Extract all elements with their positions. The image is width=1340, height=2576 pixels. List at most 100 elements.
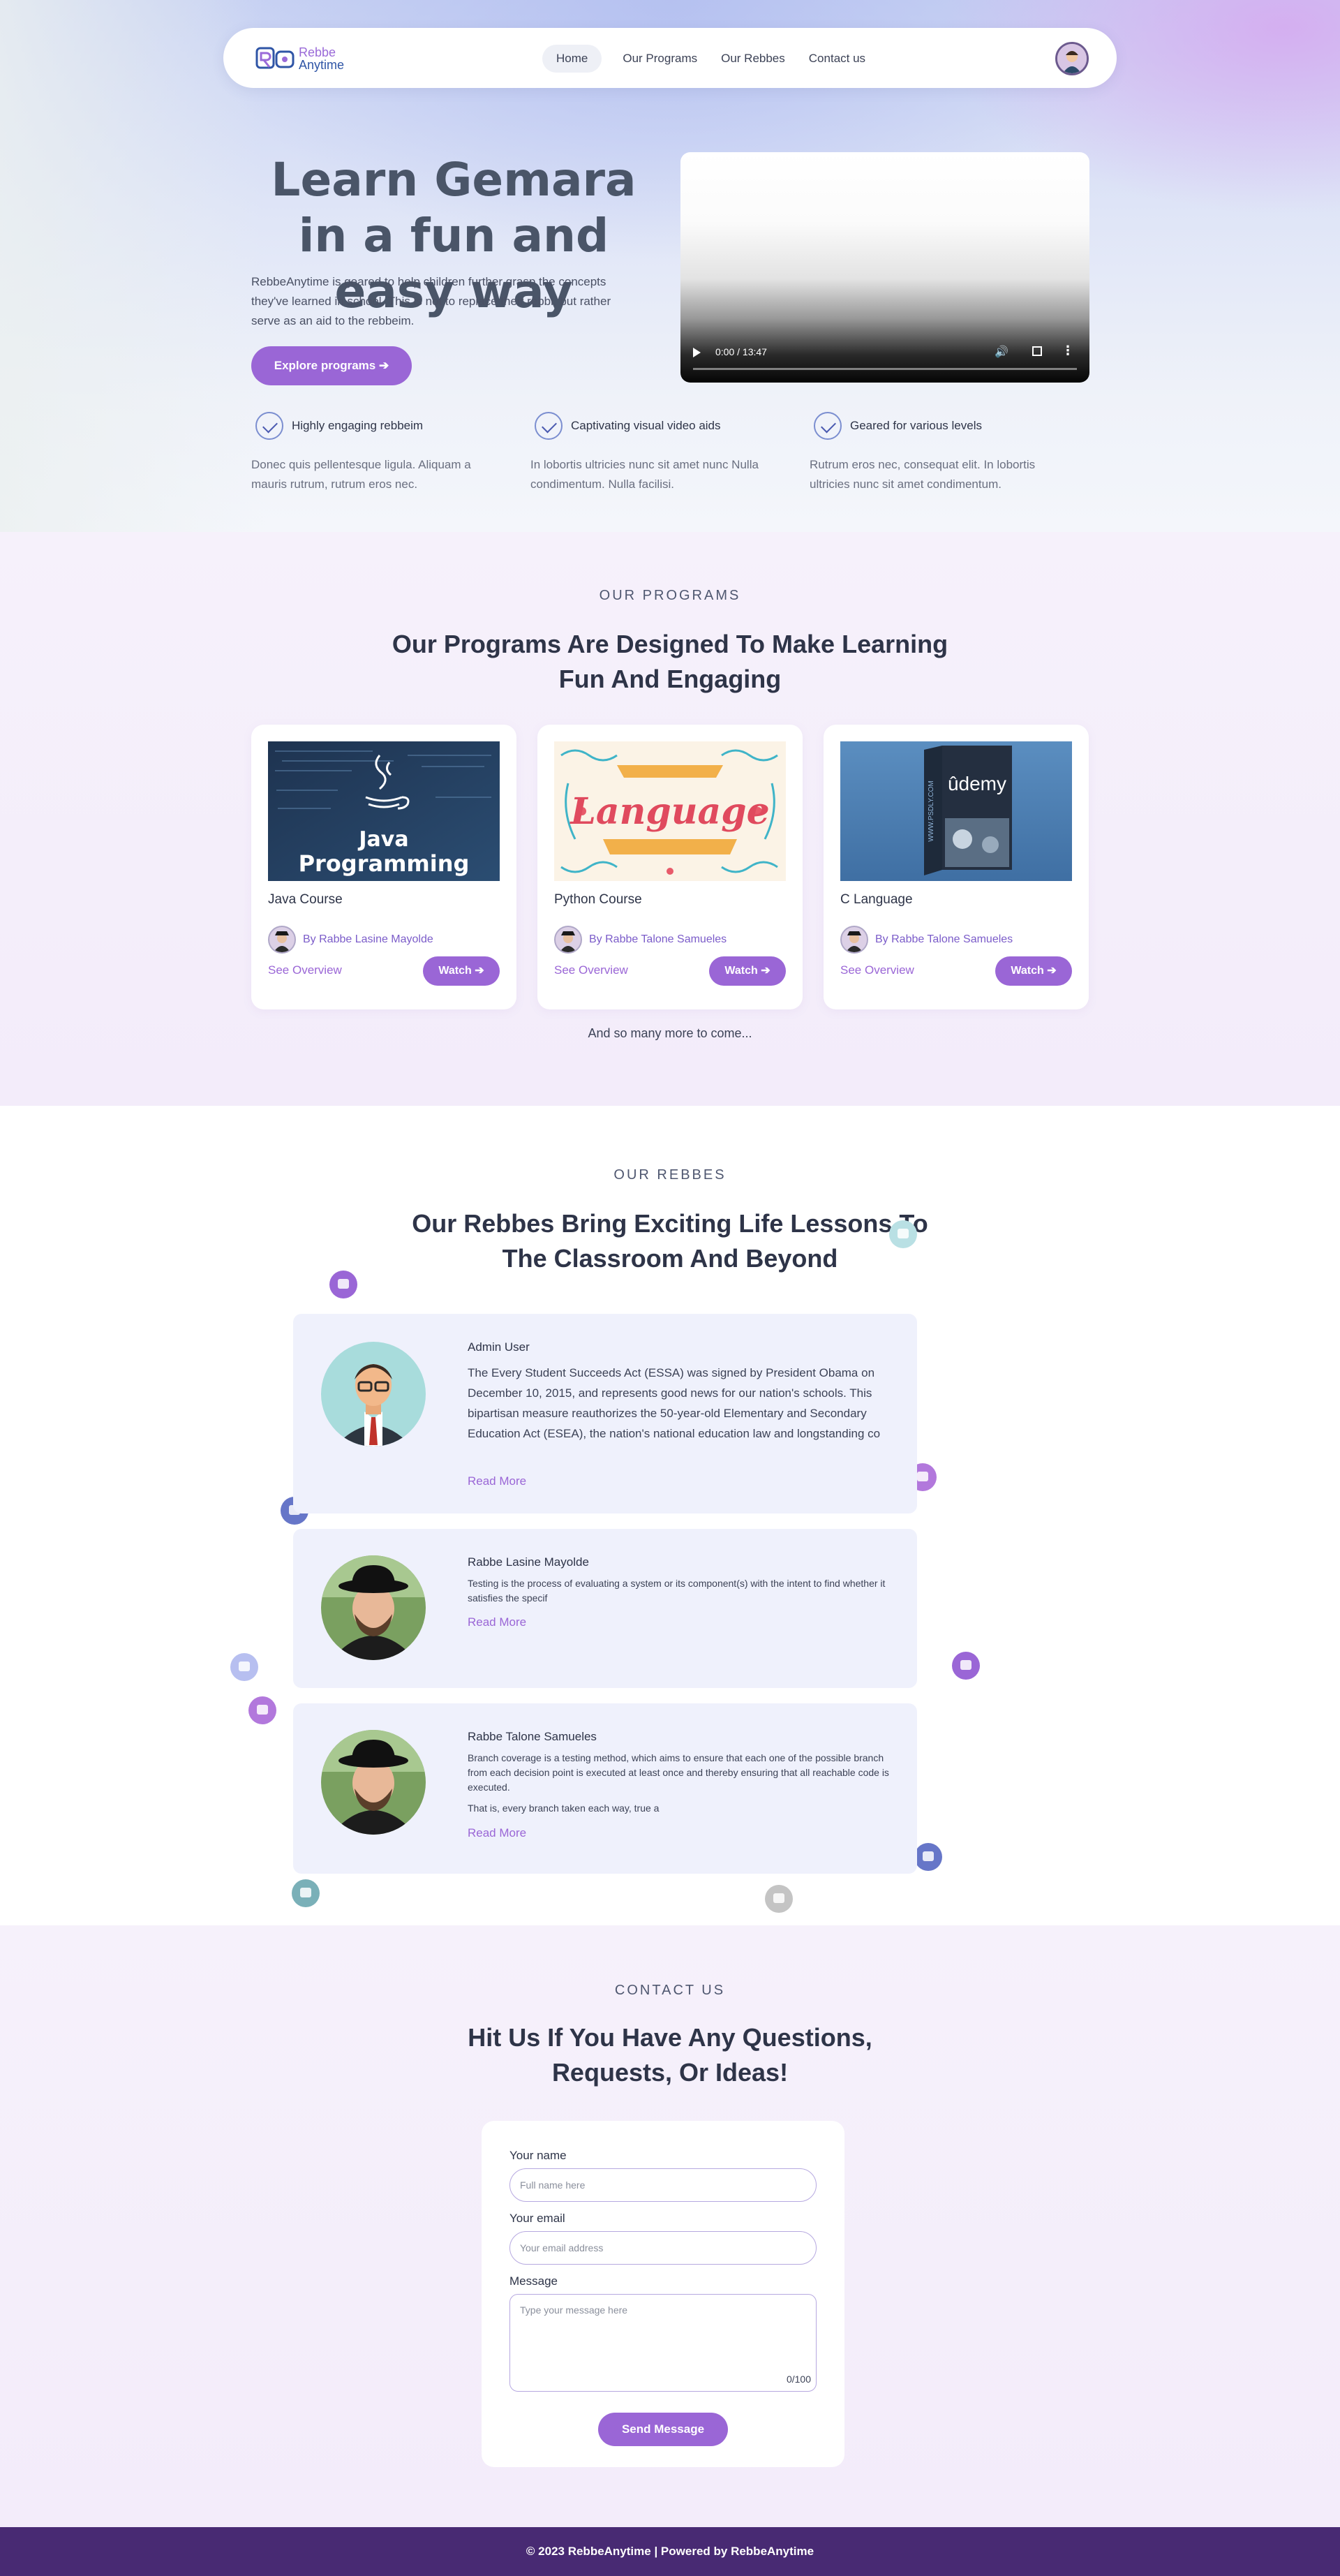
see-overview-link[interactable]: See Overview — [840, 963, 914, 977]
contact-form: Your name Your email Message 0/100 Send … — [482, 2121, 844, 2467]
navbar: Rebbe Anytime Home Our Programs Our Rebb… — [223, 28, 1117, 88]
reading-icon — [248, 1696, 276, 1724]
check-icon — [814, 412, 842, 440]
user-avatar[interactable] — [1055, 42, 1089, 75]
udemy-image-art: ûdemy WWW.PSDLY.COM — [840, 741, 1072, 881]
video-player[interactable]: 0:00 / 13:47 🔊 ⋮ — [680, 152, 1089, 383]
card-author-name[interactable]: By Rabbe Talone Samueles — [875, 933, 1013, 946]
programs-title: Our Programs Are Designed To Make Learni… — [392, 630, 948, 693]
read-more-link[interactable]: Read More — [468, 1474, 526, 1488]
rebbe-bio: The Every Student Succeeds Act (ESSA) wa… — [468, 1366, 881, 1440]
see-overview-link[interactable]: See Overview — [554, 963, 628, 977]
feature-text: Donec quis pellentesque ligula. Aliquam … — [251, 458, 471, 491]
graduation-icon — [952, 1652, 980, 1680]
arrow-right-icon: ➔ — [471, 965, 484, 977]
card-author: By Rabbe Talone Samueles — [554, 926, 727, 954]
video-controls: 0:00 / 13:47 🔊 ⋮ — [680, 341, 1089, 383]
udemy-image-text: ûdemy — [948, 773, 1006, 794]
rebbe-avatar-art — [321, 1730, 426, 1835]
rebbes-section: OUR REBBES Our Rebbes Bring Exciting Lif… — [0, 1106, 1340, 1925]
java-image-text-2: Programming — [299, 850, 470, 877]
play-icon[interactable] — [693, 348, 701, 357]
card-author-name[interactable]: By Rabbe Lasine Mayolde — [303, 933, 433, 946]
card-title[interactable]: C Language — [840, 892, 913, 908]
logo[interactable]: Rebbe Anytime — [255, 43, 353, 74]
nav-contact-us[interactable]: Contact us — [798, 45, 877, 73]
program-cards: Java Programming Java Course By Rabbe La… — [251, 725, 1089, 1009]
video-time: 0:00 / 13:47 — [715, 346, 767, 357]
user-avatar-icon — [1057, 44, 1087, 73]
rebbe-bio: Testing is the process of evaluating a s… — [468, 1578, 886, 1604]
card-title[interactable]: Python Course — [554, 892, 642, 908]
read-more-link[interactable]: Read More — [468, 1615, 526, 1629]
feature-item: Captivating visual video aids In loborti… — [530, 412, 810, 494]
author-avatar-art — [560, 931, 576, 952]
rebbe-photo — [321, 1342, 426, 1446]
explore-programs-button[interactable]: Explore programs ➔ — [251, 346, 412, 385]
feature-text: In lobortis ultricies nunc sit amet nunc… — [530, 458, 759, 491]
feature-head: Highly engaging rebbeim — [251, 412, 530, 440]
user-icon — [765, 1885, 793, 1913]
rebbe-card: Rabbe Lasine Mayolde Testing is the proc… — [293, 1529, 917, 1688]
java-image-text-1: Java — [357, 827, 408, 852]
see-overview-link[interactable]: See Overview — [268, 963, 342, 977]
hero-section: Rebbe Anytime Home Our Programs Our Rebb… — [0, 0, 1340, 532]
logo-text: Rebbe Anytime — [299, 46, 344, 71]
feature-title: Captivating visual video aids — [571, 419, 721, 432]
send-message-button[interactable]: Send Message — [598, 2413, 728, 2446]
java-course-image[interactable]: Java Programming — [268, 741, 500, 881]
rebbe-name: Rabbe Lasine Mayolde — [468, 1555, 589, 1569]
psdly-image-text: WWW.PSDLY.COM — [928, 780, 935, 841]
language-image-art: Language — [554, 741, 786, 881]
rebbes-kicker: OUR REBBES — [613, 1167, 727, 1183]
author-avatar — [268, 926, 296, 954]
name-input[interactable] — [509, 2168, 817, 2202]
message-textarea[interactable] — [509, 2294, 817, 2392]
watch-button[interactable]: Watch ➔ — [423, 956, 500, 986]
rebbe-card: Rabbe Talone Samueles Branch coverage is… — [293, 1703, 917, 1874]
feature-text: Rutrum eros nec, consequat elit. In lobo… — [810, 458, 1036, 491]
presentation-icon — [914, 1843, 942, 1871]
read-more-link[interactable]: Read More — [468, 1826, 526, 1840]
watch-label: Watch — [1011, 965, 1044, 977]
python-course-image[interactable]: Language — [554, 741, 786, 881]
card-author-name[interactable]: By Rabbe Talone Samueles — [589, 933, 727, 946]
feature-head: Captivating visual video aids — [530, 412, 810, 440]
fullscreen-icon[interactable] — [1032, 346, 1042, 356]
language-image-text: Language — [569, 790, 769, 833]
chat-icon — [292, 1879, 320, 1907]
java-image-art: Java Programming — [268, 741, 500, 881]
nav-our-programs[interactable]: Our Programs — [611, 45, 708, 73]
watch-button[interactable]: Watch ➔ — [995, 956, 1072, 986]
logo-line-2: Anytime — [299, 58, 345, 72]
nav-links: Home Our Programs Our Rebbes Contact us — [542, 45, 878, 73]
rebbe-name: Admin User — [468, 1340, 530, 1354]
card-title[interactable]: Java Course — [268, 892, 343, 908]
email-label: Your email — [509, 2212, 565, 2225]
message-char-counter: 0/100 — [786, 2374, 811, 2385]
watch-button[interactable]: Watch ➔ — [709, 956, 786, 986]
certificate-icon — [889, 1220, 917, 1248]
volume-icon[interactable]: 🔊 — [995, 345, 1008, 359]
programs-section: OUR PROGRAMS Our Programs Are Designed T… — [0, 532, 1340, 1106]
rebbe-card: Admin User The Every Student Succeeds Ac… — [293, 1314, 917, 1513]
nav-our-rebbes[interactable]: Our Rebbes — [710, 45, 796, 73]
watch-label: Watch — [724, 965, 758, 977]
nav-home[interactable]: Home — [542, 45, 602, 73]
graduation-icon — [329, 1271, 357, 1298]
video-progress-bar[interactable] — [693, 368, 1077, 370]
contact-section: CONTACT US Hit Us If You Have Any Questi… — [0, 1925, 1340, 2527]
author-avatar-art — [274, 931, 290, 952]
email-input[interactable] — [509, 2231, 817, 2265]
more-options-icon[interactable]: ⋮ — [1062, 343, 1074, 358]
check-icon — [535, 412, 563, 440]
more-programs-text: And so many more to come... — [588, 1026, 752, 1040]
program-card: Language Python Course By Rabbe Talone S… — [537, 725, 803, 1009]
c-language-image[interactable]: ûdemy WWW.PSDLY.COM — [840, 741, 1072, 881]
card-author: By Rabbe Lasine Mayolde — [268, 926, 433, 954]
logo-line-1: Rebbe — [299, 45, 336, 59]
feature-head: Geared for various levels — [810, 412, 1089, 440]
contact-title: Hit Us If You Have Any Questions, Reques… — [468, 2023, 872, 2087]
feature-item: Geared for various levels Rutrum eros ne… — [810, 412, 1089, 494]
arrow-right-icon: ➔ — [1043, 965, 1057, 977]
